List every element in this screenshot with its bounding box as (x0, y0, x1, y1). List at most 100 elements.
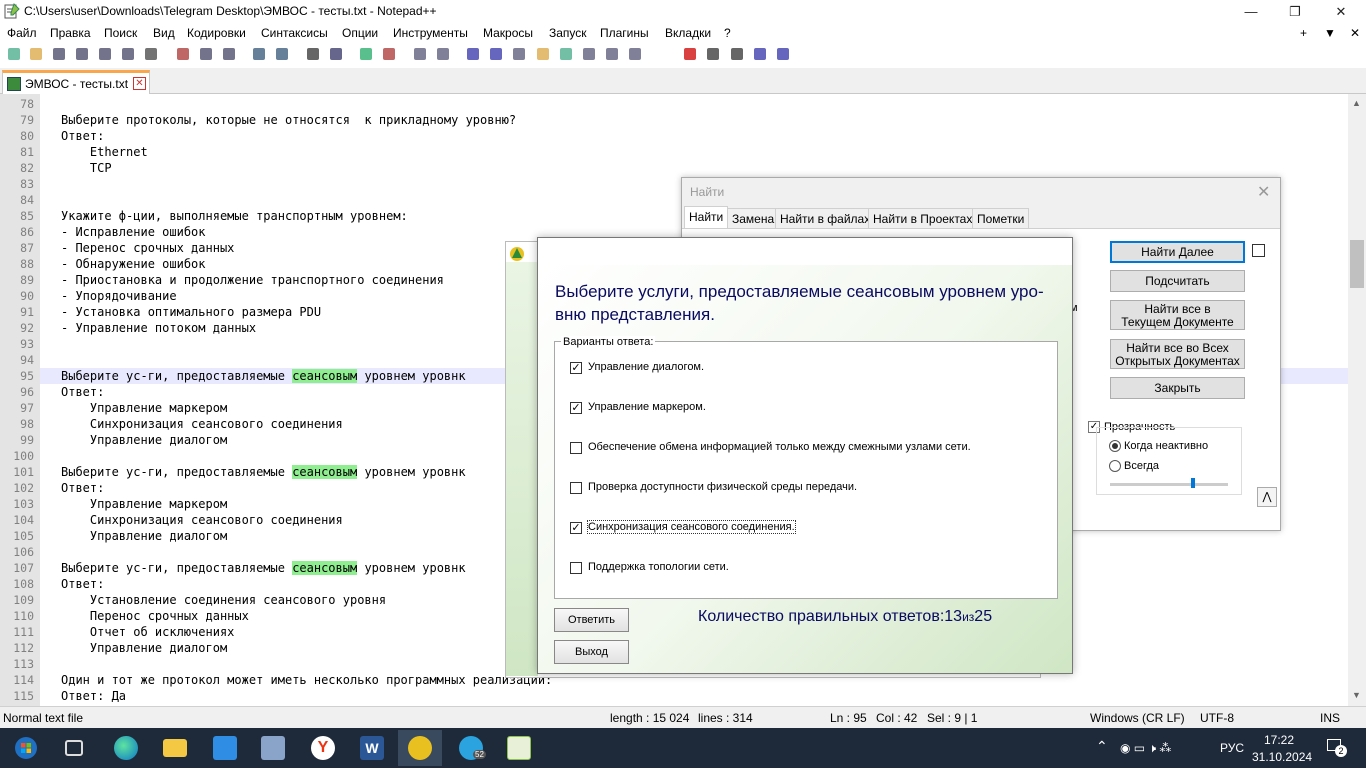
find-all-open-button[interactable]: Найти все во Всех Открытых Документах (1110, 339, 1245, 369)
tab-close-icon[interactable]: ✕ (133, 77, 146, 90)
zoom-in-icon[interactable] (358, 46, 374, 62)
record-macro-icon[interactable] (682, 46, 698, 62)
telegram-icon[interactable]: 52 (449, 730, 493, 766)
paste-icon[interactable] (221, 46, 237, 62)
count-button[interactable]: Подсчитать (1110, 270, 1245, 292)
open-file-icon[interactable] (28, 46, 44, 62)
scroll-down-icon[interactable]: ▼ (1352, 690, 1361, 700)
checkbox-unchecked[interactable] (570, 442, 582, 454)
run-macro-multiple-icon[interactable] (752, 46, 768, 62)
close-window-button[interactable]: ✕ (1318, 0, 1364, 23)
tab-find[interactable]: Найти (684, 206, 729, 228)
find-close-icon[interactable]: ✕ (1257, 182, 1270, 202)
tray-app-icons[interactable]: ◉ ▭ 🕨 ⁂ (1120, 741, 1171, 756)
menu-tabs[interactable]: Вкладки (665, 26, 711, 40)
tab-find-in-projects[interactable]: Найти в Проектах (868, 208, 978, 228)
document-map-icon[interactable] (581, 46, 597, 62)
zoom-out-icon[interactable] (381, 46, 397, 62)
tab-find-in-files[interactable]: Найти в файлах (775, 208, 876, 228)
menu-help[interactable]: ? (724, 26, 731, 40)
code-line[interactable]: - Обнаружение ошибок (61, 256, 206, 272)
edge-icon[interactable] (104, 730, 148, 766)
code-line[interactable]: Выберите ус-ги, предоставляемые сеансовы… (61, 464, 466, 480)
code-line[interactable]: Управление маркером (61, 496, 227, 512)
vertical-scrollbar[interactable] (1348, 94, 1366, 706)
answer-button[interactable]: Ответить (554, 608, 629, 632)
language-indicator[interactable]: РУС (1220, 741, 1244, 755)
code-line[interactable]: Синхронизация сеансового соединения (61, 512, 343, 528)
code-line[interactable]: Выберите ус-ги, предоставляемые сеансовы… (61, 368, 466, 384)
code-line[interactable]: Ответ: Да (61, 688, 126, 704)
code-line[interactable]: Управление диалогом (61, 640, 227, 656)
menu-search[interactable]: Поиск (104, 26, 137, 40)
code-line[interactable]: - Упорядочивание (61, 288, 177, 304)
tab-document[interactable]: ЭМВОС - тесты.txt ✕ (2, 70, 150, 94)
close-doc-button[interactable]: ✕ (1350, 26, 1360, 40)
close-icon[interactable] (97, 46, 113, 62)
notification-icon[interactable]: 2 (1323, 737, 1347, 757)
play-macro-icon[interactable] (729, 46, 745, 62)
checkbox-unchecked[interactable] (570, 482, 582, 494)
code-line[interactable]: - Исправление ошибок (61, 224, 206, 240)
doc-list-icon[interactable] (604, 46, 620, 62)
checkbox-checked[interactable]: ✓ (570, 402, 582, 414)
file-explorer-icon[interactable] (153, 730, 197, 766)
find-all-current-button[interactable]: Найти все в Текущем Документе (1110, 300, 1245, 330)
menu-plugins[interactable]: Плагины (600, 26, 649, 40)
folder-as-workspace-icon[interactable] (535, 46, 551, 62)
monitoring-icon[interactable] (627, 46, 643, 62)
yandex-browser-icon[interactable]: Y (301, 730, 345, 766)
code-line[interactable]: Ответ: (61, 128, 104, 144)
code-line[interactable]: Выберите ус-ги, предоставляемые сеансовы… (61, 560, 466, 576)
menu-edit[interactable]: Правка (50, 26, 91, 40)
code-line[interactable]: - Приостановка и продолжение транспортно… (61, 272, 444, 288)
scrollbar-thumb[interactable] (1350, 240, 1364, 288)
network-app-icon[interactable] (251, 730, 295, 766)
collapse-icon[interactable]: ⋀ (1257, 487, 1277, 507)
code-line[interactable]: Перенос срочных данных (61, 608, 249, 624)
find-icon[interactable] (305, 46, 321, 62)
code-line[interactable]: Управление маркером (61, 400, 227, 416)
menu-tools[interactable]: Инструменты (393, 26, 468, 40)
code-line[interactable]: TCP (61, 160, 112, 176)
menu-file[interactable]: Файл (7, 26, 37, 40)
code-line[interactable]: Ответ: (61, 384, 104, 400)
find-close-button[interactable]: Закрыть (1110, 377, 1245, 399)
indent-guide-icon[interactable] (511, 46, 527, 62)
copy-icon[interactable] (198, 46, 214, 62)
task-view-icon[interactable] (52, 730, 96, 766)
cut-icon[interactable] (175, 46, 191, 62)
checkbox-unchecked[interactable] (570, 562, 582, 574)
code-line[interactable]: Отчет об исключениях (61, 624, 235, 640)
clock-date[interactable]: 31.10.2024 (1252, 750, 1312, 764)
test-app-taskbar-icon[interactable] (398, 730, 442, 766)
restore-button[interactable]: ❐ (1272, 0, 1318, 23)
code-line[interactable]: Управление диалогом (61, 528, 227, 544)
code-line[interactable]: - Управление потоком данных (61, 320, 256, 336)
undo-icon[interactable] (251, 46, 267, 62)
show-all-chars-icon[interactable] (488, 46, 504, 62)
code-line[interactable]: Синхронизация сеансового соединения (61, 416, 343, 432)
code-line[interactable]: - Установка оптимального размера PDU (61, 304, 321, 320)
menu-macros[interactable]: Макросы (483, 26, 533, 40)
start-button[interactable] (4, 730, 48, 766)
menu-encoding[interactable]: Кодировки (187, 26, 246, 40)
replace-icon[interactable] (328, 46, 344, 62)
slider-thumb[interactable] (1191, 478, 1195, 488)
print-icon[interactable] (143, 46, 159, 62)
save-icon[interactable] (51, 46, 67, 62)
menu-run[interactable]: Запуск (549, 26, 587, 40)
tab-list-button[interactable]: ▼ (1324, 26, 1336, 40)
transparency-slider[interactable] (1110, 483, 1228, 486)
tab-marks[interactable]: Пометки (972, 208, 1030, 228)
stop-macro-icon[interactable] (705, 46, 721, 62)
tab-replace[interactable]: Замена (727, 208, 780, 228)
code-line[interactable]: Ethernet (61, 144, 148, 160)
save-all-icon[interactable] (74, 46, 90, 62)
code-line[interactable]: - Перенос срочных данных (61, 240, 234, 256)
sync-h-icon[interactable] (435, 46, 451, 62)
find-next-button[interactable]: Найти Далее (1110, 241, 1245, 263)
word-icon[interactable]: W (350, 730, 394, 766)
exit-button[interactable]: Выход (554, 640, 629, 664)
menu-syntax[interactable]: Синтаксисы (261, 26, 328, 40)
